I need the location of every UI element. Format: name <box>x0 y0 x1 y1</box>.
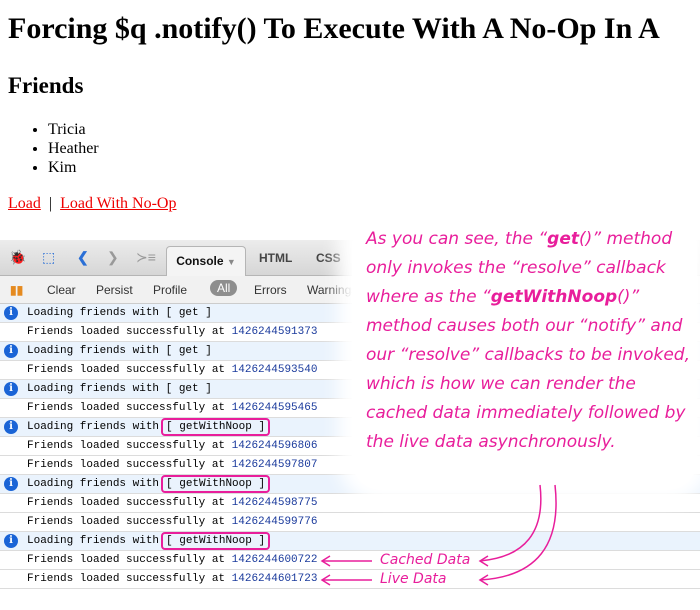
arrow-line <box>479 484 542 562</box>
cached-data-label: Cached Data <box>380 552 471 568</box>
arrow-line <box>479 484 557 581</box>
annotation-arrows <box>320 484 557 586</box>
live-data-label: Live Data <box>380 571 447 587</box>
